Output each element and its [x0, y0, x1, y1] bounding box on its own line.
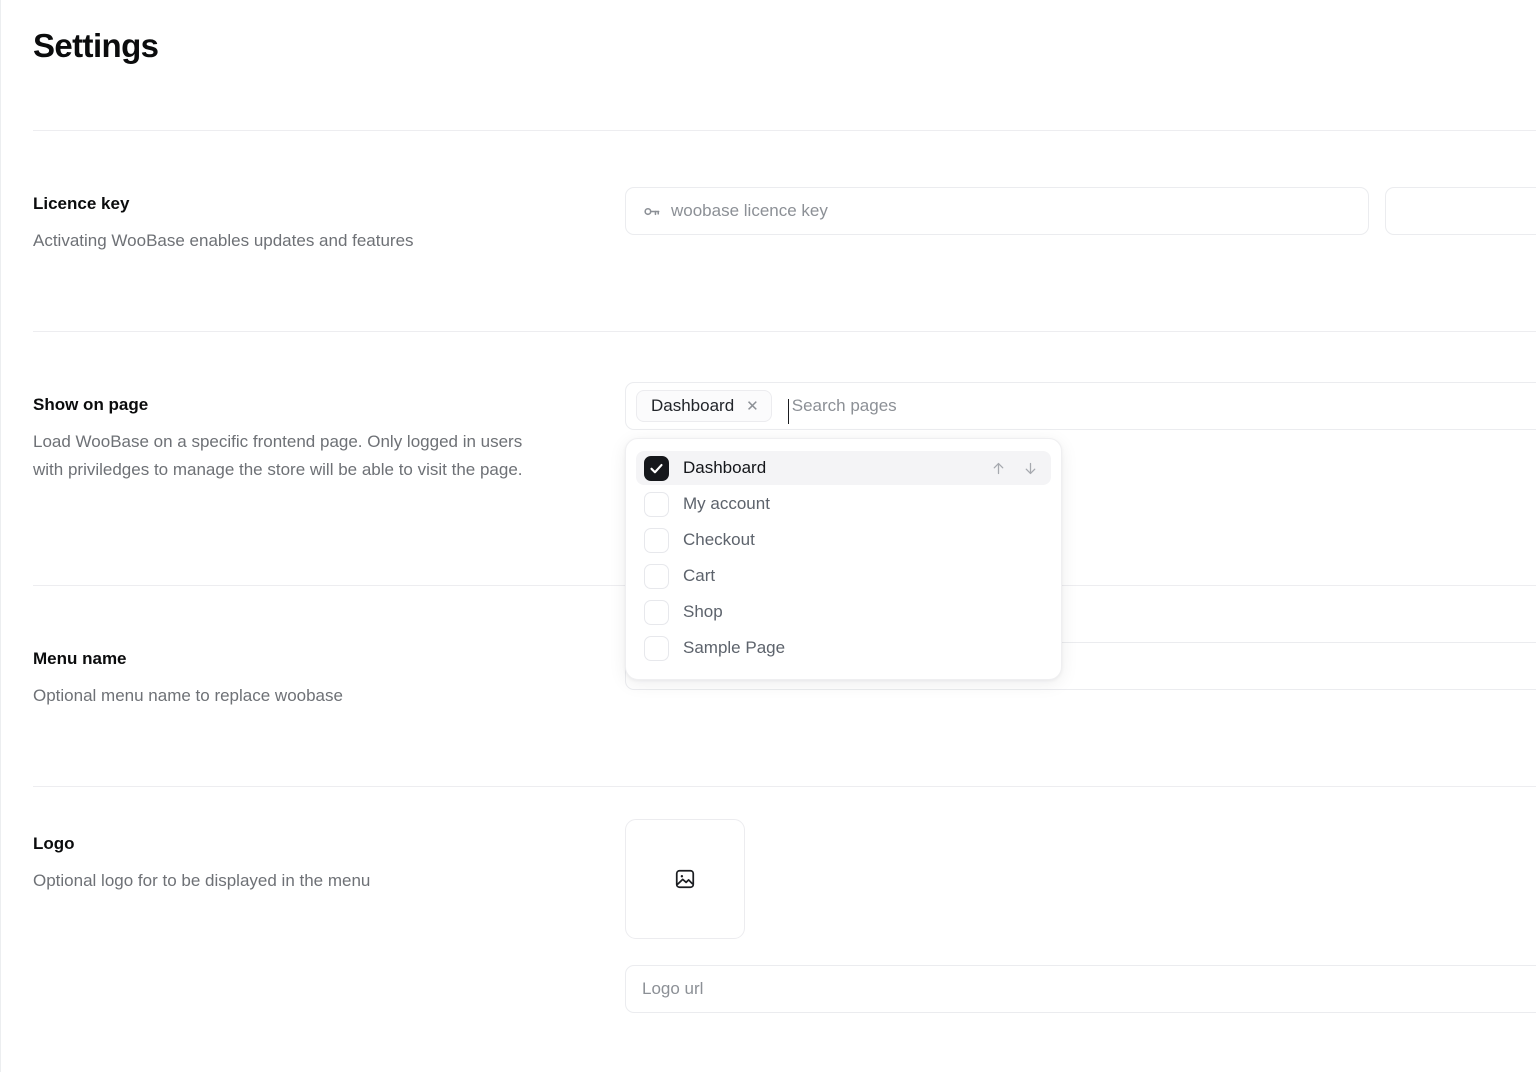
settings-row-licence-key: Licence key Activating WooBase enables u… [1, 131, 1536, 331]
pages-multiselect: Dashboard ✕ Search pages Dashboard My ac… [625, 382, 1536, 680]
dropdown-option-checkout[interactable]: Checkout [636, 523, 1051, 557]
show-on-page-title: Show on page [33, 395, 149, 414]
logo-description: Optional logo for to be displayed in the… [33, 871, 371, 891]
logo-url-input[interactable]: Logo url [625, 965, 1536, 1013]
dropdown-option-label: Shop [683, 602, 723, 621]
licence-key-row: woobase licence key Activate [625, 187, 1536, 235]
settings-page: Settings Licence key Activating WooBase … [0, 0, 1536, 1072]
dropdown-option-label: Cart [683, 566, 716, 585]
activate-button[interactable]: Activate [1385, 187, 1536, 235]
settings-row-show-on-page: Show on page Load WooBase on a specific … [1, 332, 1536, 680]
selected-page-chip-dashboard[interactable]: Dashboard ✕ [636, 390, 772, 422]
close-icon[interactable]: ✕ [746, 399, 759, 414]
logo-label-block: Logo Optional logo for to be displayed i… [33, 787, 625, 895]
image-icon [674, 868, 696, 890]
dropdown-option-shop[interactable]: Shop [636, 595, 1051, 629]
dropdown-option-dashboard[interactable]: Dashboard [636, 451, 1051, 485]
dropdown-option-cart[interactable]: Cart [636, 559, 1051, 593]
key-icon [642, 202, 661, 221]
checkbox-icon[interactable] [644, 527, 669, 553]
arrow-down-icon[interactable] [1021, 459, 1039, 477]
dropdown-option-my-account[interactable]: My account [636, 487, 1051, 521]
logo-title: Logo [33, 834, 75, 853]
logo-control: Logo url [625, 787, 1536, 1013]
dropdown-option-label: Checkout [683, 530, 755, 549]
pages-multiselect-control[interactable]: Dashboard ✕ Search pages [625, 382, 1536, 430]
menu-name-label-block: Menu name Optional menu name to replace … [33, 586, 625, 710]
dropdown-option-sample-page[interactable]: Sample Page [636, 631, 1051, 665]
licence-key-description: Activating WooBase enables updates and f… [33, 231, 414, 251]
pages-search-wrap[interactable]: Search pages [776, 396, 1536, 424]
dropdown-option-label: Sample Page [683, 638, 786, 657]
show-on-page-description: Load WooBase on a specific frontend page… [33, 432, 523, 480]
logo-url-placeholder: Logo url [642, 979, 704, 998]
checkbox-icon[interactable] [644, 599, 669, 625]
dropdown-option-label: Dashboard [683, 458, 767, 477]
licence-key-label-block: Licence key Activating WooBase enables u… [33, 131, 625, 255]
chip-label: Dashboard [651, 396, 735, 415]
licence-key-input[interactable]: woobase licence key [625, 187, 1369, 235]
menu-name-title: Menu name [33, 649, 127, 668]
arrow-up-icon[interactable] [989, 459, 1007, 477]
show-on-page-label-block: Show on page Load WooBase on a specific … [33, 332, 625, 484]
checkbox-checked-icon[interactable] [644, 455, 669, 481]
licence-key-control: woobase licence key Activate [625, 131, 1536, 235]
pages-dropdown-panel: Dashboard My account Checkout Cart Shop … [625, 438, 1062, 680]
checkbox-icon[interactable] [644, 563, 669, 589]
settings-row-logo: Logo Optional logo for to be displayed i… [1, 787, 1536, 1072]
checkbox-icon[interactable] [644, 491, 669, 517]
checkbox-icon[interactable] [644, 635, 669, 661]
page-title: Settings [33, 27, 159, 64]
menu-name-description: Optional menu name to replace woobase [33, 686, 343, 706]
licence-key-placeholder: woobase licence key [671, 201, 828, 220]
licence-key-title: Licence key [33, 194, 130, 213]
dropdown-option-label: My account [683, 494, 770, 513]
text-caret [787, 399, 790, 424]
page-header: Settings [1, 0, 1536, 130]
pages-search-input[interactable]: Search pages [790, 396, 897, 416]
show-on-page-control: Dashboard ✕ Search pages Dashboard My ac… [625, 332, 1536, 680]
dropdown-option-reorder [989, 459, 1043, 477]
logo-upload-dropzone[interactable] [625, 819, 745, 939]
